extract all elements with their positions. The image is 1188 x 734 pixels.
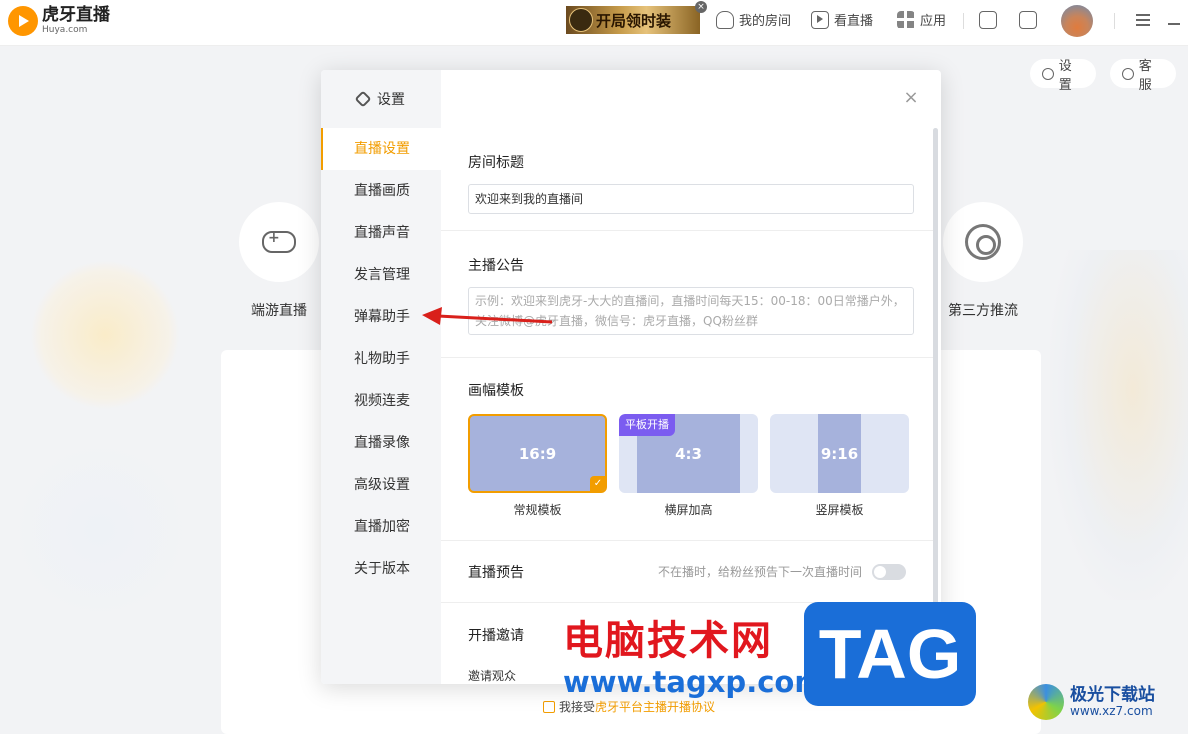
watermark-jiguang: 极光下载站 www.xz7.com [1028,684,1155,720]
jiguang-url: www.xz7.com [1070,703,1153,718]
jiguang-name: 极光下载站 [1070,685,1155,706]
watermark-site-url: www.tagxp.com [563,665,825,699]
watermark-tag-logo: TAG [804,602,976,706]
watermark-site-name: 电脑技术网 [563,618,773,664]
jiguang-logo-icon [1028,684,1064,720]
